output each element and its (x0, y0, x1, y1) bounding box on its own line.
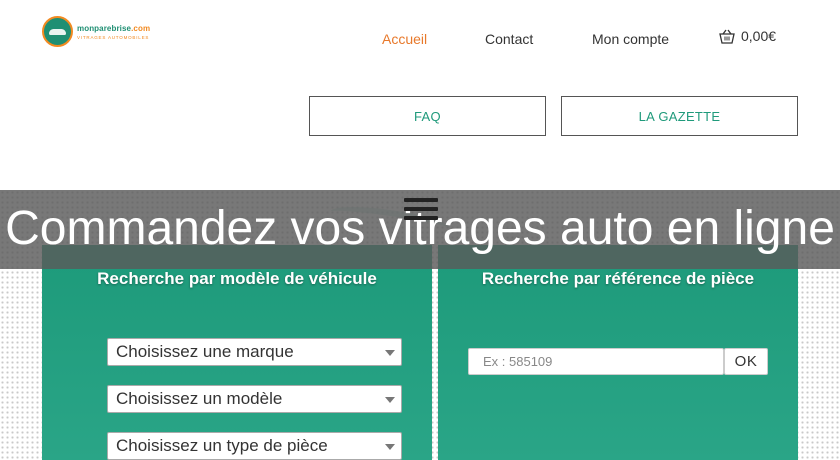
brand-select[interactable]: Choisissez une marque (107, 338, 402, 366)
chevron-down-icon (385, 350, 395, 356)
chevron-down-icon (385, 397, 395, 403)
cart-button[interactable]: 0,00€ (719, 28, 776, 44)
faq-button[interactable]: FAQ (309, 96, 546, 136)
reference-submit-button[interactable]: OK (724, 348, 768, 375)
chevron-down-icon (385, 444, 395, 450)
logo-name-main: monparebrise (77, 23, 132, 33)
logo-tagline: VITRAGES AUTOMOBILES (77, 34, 150, 40)
nav-item-mon-compte[interactable]: Mon compte (592, 31, 669, 47)
search-by-reference-panel: Recherche par référence de pièce Ex : 58… (438, 245, 798, 460)
part-type-select[interactable]: Choisissez un type de pièce (107, 432, 402, 460)
logo-name: monparebrise.com (77, 24, 150, 33)
hamburger-menu-icon[interactable] (404, 198, 438, 222)
cart-total: 0,00€ (741, 28, 777, 44)
model-select-value: Choisissez un modèle (116, 389, 283, 408)
model-select[interactable]: Choisissez un modèle (107, 385, 402, 413)
hamburger-line (404, 216, 438, 220)
basket-icon (719, 29, 735, 44)
logo-car-icon (42, 16, 73, 47)
nav-item-contact[interactable]: Contact (485, 31, 533, 47)
reference-input[interactable]: Ex : 585109 (468, 348, 724, 375)
search-by-reference-title: Recherche par référence de pièce (481, 269, 755, 288)
search-by-model-title: Recherche par modèle de véhicule (97, 269, 377, 288)
page: monparebrise.com VITRAGES AUTOMOBILES Ac… (0, 0, 840, 460)
part-type-select-value: Choisissez un type de pièce (116, 436, 328, 455)
logo-name-suffix: .com (131, 23, 151, 33)
hamburger-line (404, 198, 438, 202)
hamburger-line (404, 207, 438, 211)
brand-select-value: Choisissez une marque (116, 342, 294, 361)
logo-text: monparebrise.com VITRAGES AUTOMOBILES (77, 24, 150, 40)
nav-item-accueil[interactable]: Accueil (382, 31, 427, 47)
gazette-button[interactable]: LA GAZETTE (561, 96, 798, 136)
search-by-model-panel: Recherche par modèle de véhicule Choisis… (42, 245, 432, 460)
site-logo[interactable]: monparebrise.com VITRAGES AUTOMOBILES (42, 16, 150, 47)
